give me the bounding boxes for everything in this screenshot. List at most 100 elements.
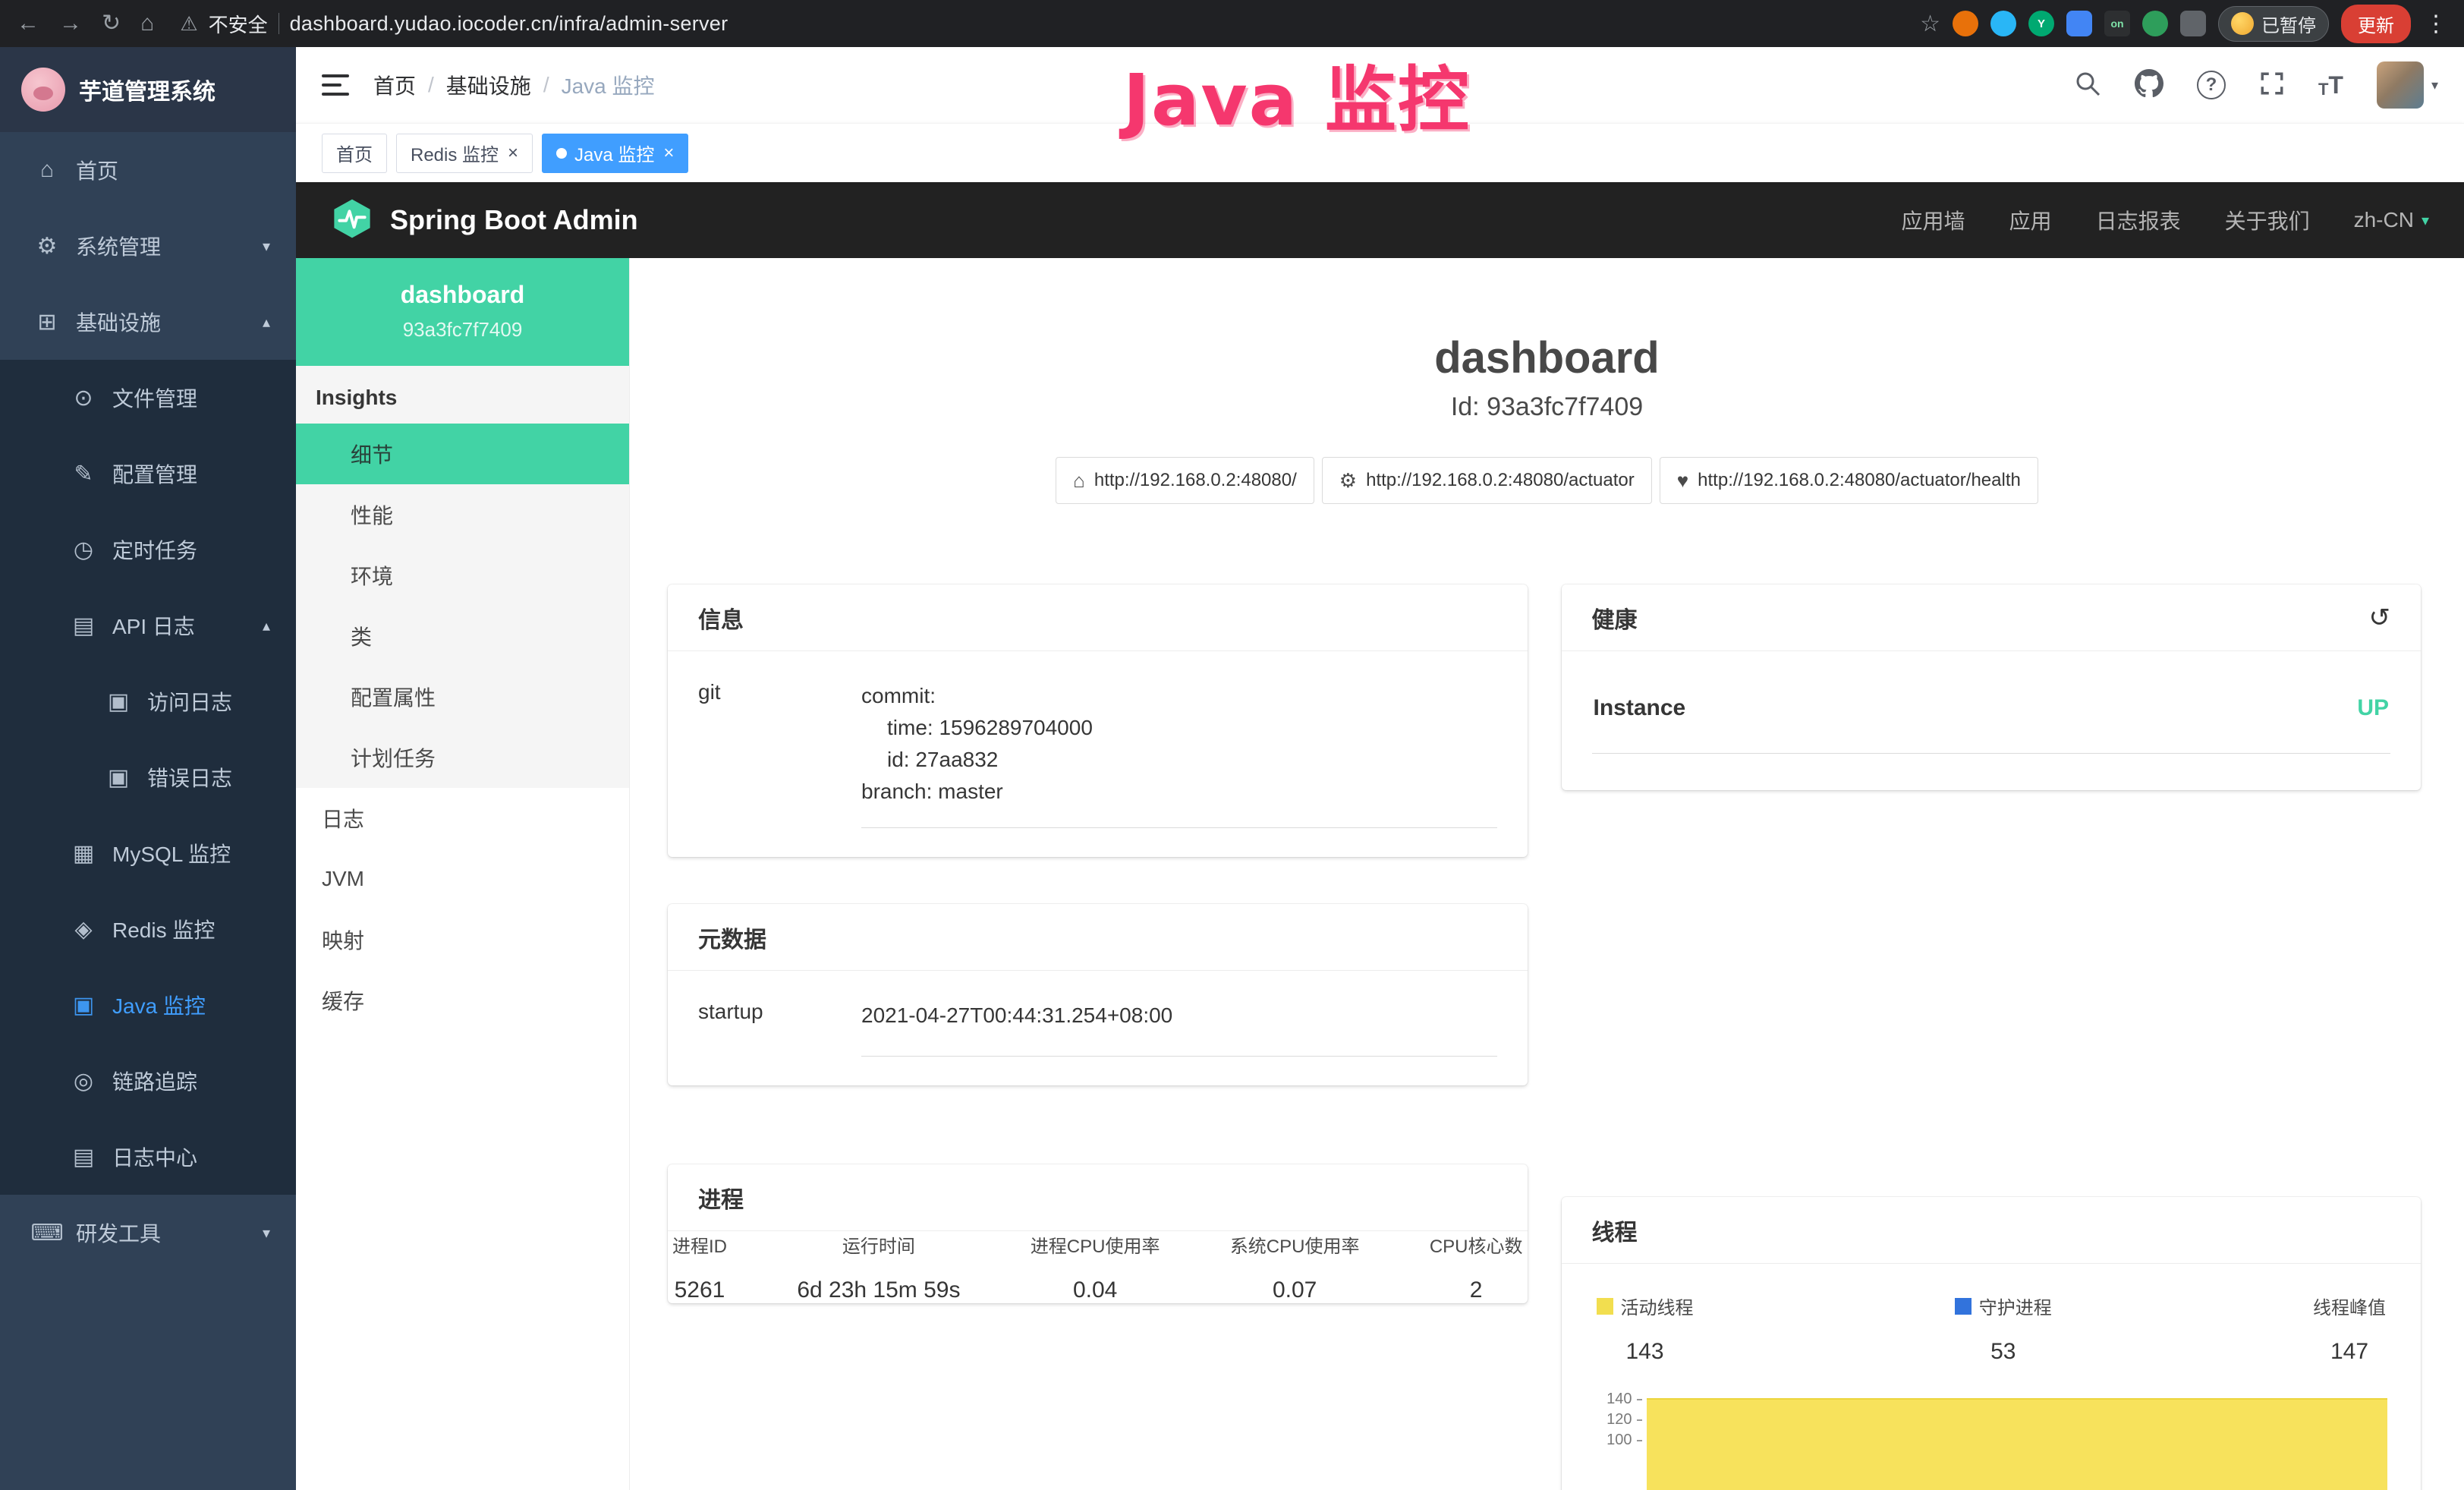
sba-item-classes[interactable]: 类 (296, 606, 629, 666)
cards-left-column: 信息 git commit: time: 1596289704000 id: 2 (668, 584, 1528, 1303)
sidebar-item-home[interactable]: ⌂ 首页 (0, 132, 296, 208)
sidebar-item-trace[interactable]: ◎ 链路追踪 (0, 1043, 296, 1119)
extension-on-badge[interactable]: on (2104, 11, 2130, 36)
sidebar-item-redis-monitor[interactable]: ◈ Redis 监控 (0, 891, 296, 967)
sba-navbar: Spring Boot Admin 应用墙 应用 日志报表 关于我们 zh-CN… (296, 182, 2464, 258)
forward-icon[interactable]: → (59, 12, 82, 35)
sidebar-item-log-center[interactable]: ▤ 日志中心 (0, 1119, 296, 1195)
nav-journal[interactable]: 日志报表 (2096, 205, 2181, 235)
reload-icon[interactable]: ↻ (102, 12, 121, 35)
user-avatar[interactable] (2377, 61, 2424, 109)
back-icon[interactable]: ← (17, 12, 39, 35)
sidebar-item-scheduled-jobs[interactable]: ◷ 定时任务 (0, 512, 296, 587)
close-icon[interactable]: × (508, 143, 518, 164)
metric-cpu-cores: CPU核心数 2 (1430, 1231, 1523, 1303)
sba-item-caches[interactable]: 缓存 (296, 970, 629, 1031)
y-tick: 120 (1592, 1410, 1642, 1430)
sba-item-scheduled-tasks[interactable]: 计划任务 (296, 727, 629, 788)
sba-item-details[interactable]: 细节 (296, 424, 629, 484)
instance-name: dashboard (304, 281, 622, 309)
sba-item-metrics[interactable]: 性能 (296, 484, 629, 545)
history-icon[interactable]: ↺ (2369, 603, 2391, 633)
update-button[interactable]: 更新 (2341, 5, 2411, 43)
threads-chart: 140 120 100 (1592, 1389, 2391, 1490)
tab-label: Java 监控 (574, 140, 654, 166)
chevron-down-icon: ▾ (263, 237, 270, 256)
help-icon[interactable]: ? (2197, 71, 2226, 99)
info-key: git (698, 680, 861, 828)
fullscreen-icon[interactable] (2259, 71, 2285, 100)
url-text[interactable]: dashboard.yudao.iocoder.cn/infra/admin-s… (290, 12, 729, 36)
profile-chip[interactable]: 已暂停 (2218, 6, 2329, 42)
breadcrumb-item-home[interactable]: 首页 (373, 70, 416, 100)
sidebar-item-file-management[interactable]: ⊙ 文件管理 (0, 360, 296, 436)
y-axis: 140 120 100 (1592, 1389, 1642, 1451)
sba-item-logs[interactable]: 日志 (296, 788, 629, 849)
extension-icon[interactable] (2142, 11, 2168, 36)
chevron-down-icon: ▾ (263, 1224, 270, 1243)
extension-icon[interactable] (1990, 11, 2016, 36)
sba-item-environment[interactable]: 环境 (296, 545, 629, 606)
instance-id: 93a3fc7f7409 (304, 318, 622, 342)
gear-icon: ⚙ (30, 233, 64, 260)
brand-title: 芋道管理系统 (79, 73, 216, 106)
tab-home[interactable]: 首页 (322, 134, 387, 173)
service-url: http://192.168.0.2:48080/ (1094, 470, 1297, 491)
access-log-icon: ▣ (102, 688, 135, 715)
close-icon[interactable]: × (663, 143, 674, 164)
sidebar-item-infrastructure[interactable]: ⊞ 基础设施 ▴ (0, 284, 296, 360)
user-menu[interactable]: ▾ (2377, 61, 2438, 109)
font-size-icon[interactable]: TT (2318, 71, 2343, 99)
nav-about[interactable]: 关于我们 (2225, 205, 2310, 235)
sidebar-item-config-management[interactable]: ✎ 配置管理 (0, 436, 296, 512)
sba-item-jvm[interactable]: JVM (296, 849, 629, 909)
sidebar-item-java-monitor[interactable]: ▣ Java 监控 (0, 967, 296, 1043)
sidebar-item-label: 定时任务 (112, 534, 197, 565)
tab-redis-monitor[interactable]: Redis 监控 × (396, 134, 533, 173)
security-label[interactable]: 不安全 (209, 10, 268, 38)
hamburger-icon[interactable] (322, 72, 352, 98)
sba-body: dashboard 93a3fc7f7409 Insights 细节 性能 环境… (296, 258, 2464, 1490)
bookmark-star-icon[interactable]: ☆ (1920, 11, 1940, 37)
sidebar-item-access-log[interactable]: ▣ 访问日志 (0, 663, 296, 739)
tab-java-monitor[interactable]: Java 监控 × (542, 134, 688, 173)
breadcrumb-separator: / (543, 73, 549, 97)
active-dot (556, 148, 567, 159)
service-url-button[interactable]: ⌂ http://192.168.0.2:48080/ (1056, 457, 1314, 504)
sidebar-item-system[interactable]: ⚙ 系统管理 ▾ (0, 208, 296, 284)
search-icon[interactable] (2074, 70, 2101, 101)
browser-menu-icon[interactable]: ⋮ (2425, 11, 2447, 37)
instance-header[interactable]: dashboard 93a3fc7f7409 (296, 258, 629, 366)
locale-select[interactable]: zh-CN ▾ (2354, 208, 2429, 232)
health-url-button[interactable]: ♥ http://192.168.0.2:48080/actuator/heal… (1660, 457, 2038, 504)
browser-toolbar-right: ☆ Y on 已暂停 更新 ⋮ (1920, 5, 2447, 43)
timer-icon: ◷ (67, 537, 100, 563)
sidebar-item-error-log[interactable]: ▣ 错误日志 (0, 739, 296, 815)
actuator-url: http://192.168.0.2:48080/actuator (1366, 470, 1635, 491)
extension-icon[interactable] (1953, 11, 1978, 36)
insights-group: Insights 细节 性能 环境 类 配置属性 计划任务 (296, 366, 629, 788)
extension-icon[interactable] (2066, 11, 2092, 36)
brand: 芋道管理系统 (0, 47, 296, 132)
mysql-icon: ▦ (67, 840, 100, 867)
nav-applications[interactable]: 应用 (2009, 205, 2052, 235)
breadcrumb-item-infrastructure[interactable]: 基础设施 (446, 70, 531, 100)
divider (278, 13, 279, 34)
github-icon[interactable] (2135, 69, 2163, 102)
sidebar-item-label: 基础设施 (76, 307, 161, 337)
extension-icon[interactable]: Y (2028, 11, 2054, 36)
infra-icon: ⊞ (30, 309, 64, 335)
address-bar[interactable]: ⚠ 不安全 dashboard.yudao.iocoder.cn/infra/a… (180, 10, 728, 38)
nav-wallboard[interactable]: 应用墙 (1902, 205, 1965, 235)
sidebar-item-dev-tools[interactable]: ⌨ 研发工具 ▾ (0, 1195, 296, 1271)
home-icon[interactable]: ⌂ (140, 12, 154, 35)
sba-item-mappings[interactable]: 映射 (296, 909, 629, 970)
sidebar-item-api-log[interactable]: ▤ API 日志 ▴ (0, 587, 296, 663)
process-metrics: 进程ID 5261 运行时间 6d 23h 15m 59s 进程CPU使用率 (668, 1231, 1528, 1303)
extension-puzzle-icon[interactable] (2180, 11, 2206, 36)
sidebar-item-label: 链路追踪 (112, 1066, 197, 1096)
actuator-url-button[interactable]: ⚙ http://192.168.0.2:48080/actuator (1322, 457, 1652, 504)
sba-item-config-props[interactable]: 配置属性 (296, 666, 629, 727)
sidebar-item-mysql-monitor[interactable]: ▦ MySQL 监控 (0, 815, 296, 891)
infrastructure-submenu: ⊙ 文件管理 ✎ 配置管理 ◷ 定时任务 ▤ API 日志 ▴ ▣ (0, 360, 296, 1195)
